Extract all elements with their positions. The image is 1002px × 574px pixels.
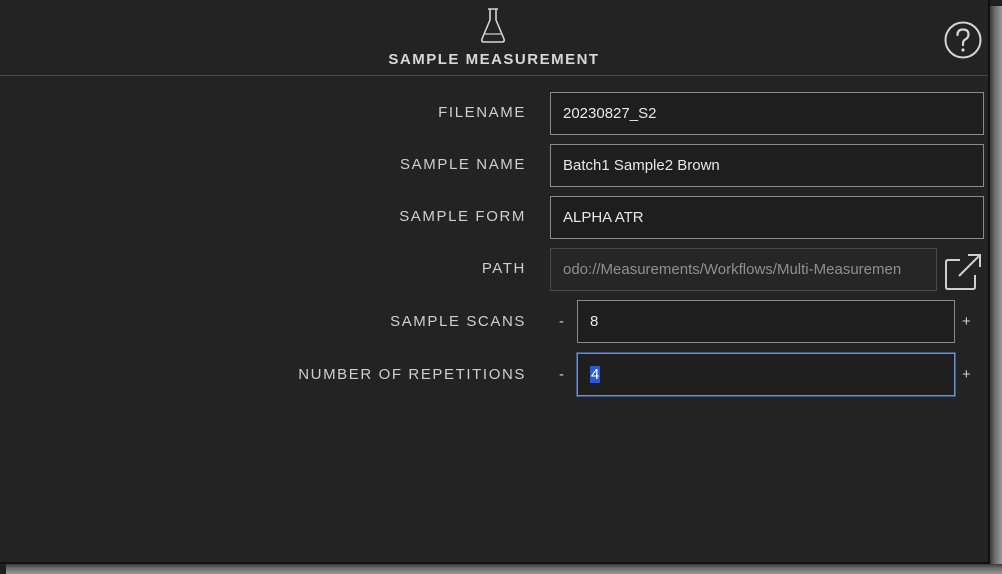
repetitions-input[interactable]: 4 xyxy=(577,353,955,396)
path-input: odo://Measurements/Workflows/Multi-Measu… xyxy=(550,248,937,291)
help-icon[interactable] xyxy=(943,20,983,60)
sample-form-input[interactable]: ALPHA ATR xyxy=(550,196,984,239)
sample-measurement-dialog: SAMPLE MEASUREMENT FILENAME 20230827_S2 … xyxy=(0,0,990,564)
sample-name-label: SAMPLE NAME xyxy=(400,156,526,173)
sample-scans-increment-button[interactable]: + xyxy=(962,313,971,330)
sample-scans-input[interactable]: 8 xyxy=(577,300,955,343)
open-external-icon[interactable] xyxy=(943,252,983,292)
sample-scans-label: SAMPLE SCANS xyxy=(390,313,526,330)
filename-input[interactable]: 20230827_S2 xyxy=(550,92,984,135)
window-shadow-bottom xyxy=(6,564,1002,574)
page-title: SAMPLE MEASUREMENT xyxy=(388,51,600,68)
repetitions-label: NUMBER OF REPETITIONS xyxy=(298,366,526,383)
repetitions-value: 4 xyxy=(590,366,601,383)
sample-form-label: SAMPLE FORM xyxy=(399,208,526,225)
repetitions-decrement-button[interactable]: - xyxy=(559,366,564,383)
filename-label: FILENAME xyxy=(438,104,526,121)
flask-icon xyxy=(480,8,506,43)
repetitions-increment-button[interactable]: + xyxy=(962,366,971,383)
sample-scans-decrement-button[interactable]: - xyxy=(559,313,564,330)
sample-name-input[interactable]: Batch1 Sample2 Brown xyxy=(550,144,984,187)
path-label: PATH xyxy=(481,260,526,277)
dialog-header: SAMPLE MEASUREMENT xyxy=(0,0,988,76)
window-shadow-right xyxy=(990,6,1002,574)
